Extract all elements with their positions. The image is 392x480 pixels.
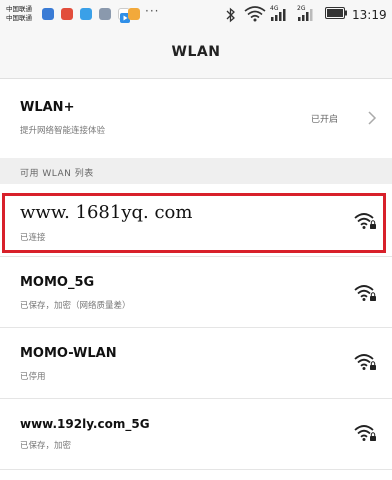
network-name: MOMO_5G (20, 275, 95, 290)
divider (0, 469, 392, 470)
network-status: 已停用 (20, 372, 46, 382)
title-bar: WLAN (0, 30, 392, 79)
wifi-lock-icon (354, 213, 376, 229)
bluetooth-icon (226, 7, 235, 23)
network-status: 已保存，加密 (20, 441, 72, 451)
file-notification-icon (128, 8, 140, 20)
network-row[interactable]: MOMO-WLAN 已停用 (0, 328, 392, 398)
wifi-lock-icon (354, 425, 376, 441)
chevron-right-icon (368, 111, 377, 125)
section-label: 可用 WLAN 列表 (20, 169, 94, 179)
app-notification-icon (42, 8, 54, 20)
browser-notification-icon (80, 8, 92, 20)
more-notifications-icon: ··· (145, 4, 160, 18)
signal-strength-icon-2 (298, 9, 313, 21)
network-row-connected[interactable]: www. 1681yq. com 已连接 (0, 186, 392, 256)
carrier-label-2: 中国联通 (6, 14, 32, 22)
network-name: www.192ly.com_5G (20, 417, 150, 431)
wifi-lock-icon (354, 285, 376, 301)
available-networks-header: 可用 WLAN 列表 (0, 158, 392, 184)
clock: 13:19 (352, 8, 387, 22)
battery-icon (325, 7, 347, 19)
wlan-plus-status: 已开启 (311, 115, 339, 125)
wlan-plus-row[interactable]: WLAN+ 提升网络智能连接体验 已开启 (0, 84, 392, 158)
weibo-notification-icon (61, 8, 73, 20)
signal-strength-icon-1 (271, 9, 286, 21)
carrier-label-1: 中国联通 (6, 5, 32, 13)
network-status: 已保存，加密（网络质量差） (20, 301, 131, 311)
wifi-status-icon (244, 6, 266, 22)
network-row[interactable]: MOMO_5G 已保存，加密（网络质量差） (0, 257, 392, 327)
wlan-plus-title: WLAN+ (20, 100, 75, 115)
status-bar: 中国联通 中国联通 ··· 4G 2G 13:19 (0, 0, 392, 30)
network-name: MOMO-WLAN (20, 346, 117, 361)
page-title: WLAN (171, 44, 221, 60)
network-status: 已连接 (20, 233, 46, 243)
network-name: www. 1681yq. com (20, 202, 193, 223)
wifi-lock-icon (354, 354, 376, 370)
wlan-plus-subtitle: 提升网络智能连接体验 (20, 126, 106, 136)
gallery-notification-icon (99, 8, 111, 20)
network-row[interactable]: www.192ly.com_5G 已保存，加密 (0, 399, 392, 469)
